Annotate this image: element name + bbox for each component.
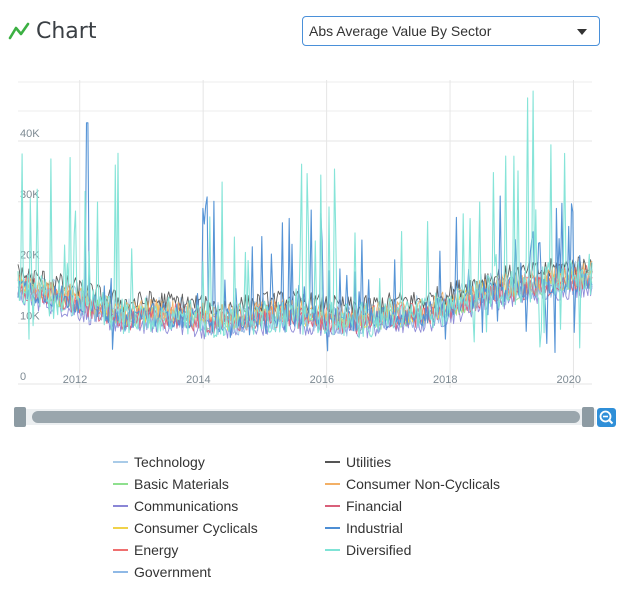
legend-item[interactable]: Basic Materials bbox=[113, 474, 229, 494]
legend-item[interactable]: Consumer Cyclicals bbox=[113, 518, 258, 538]
chart-scrollbar[interactable] bbox=[14, 405, 596, 429]
x-tick-label: 2016 bbox=[310, 374, 334, 386]
legend-item[interactable]: Energy bbox=[113, 540, 178, 560]
legend-swatch bbox=[113, 461, 128, 463]
legend-swatch bbox=[325, 483, 340, 485]
metric-select-value: Abs Average Value By Sector bbox=[309, 23, 492, 39]
legend-swatch bbox=[113, 483, 128, 485]
legend-swatch bbox=[325, 461, 340, 463]
dropdown-caret-icon bbox=[577, 29, 587, 35]
scrollbar-left-grip[interactable] bbox=[14, 407, 26, 427]
zoom-out-button[interactable] bbox=[597, 408, 616, 427]
y-tick-label: 10K bbox=[20, 310, 40, 322]
legend-label: Technology bbox=[134, 454, 205, 470]
legend-item[interactable]: Communications bbox=[113, 496, 238, 516]
page-title: Chart bbox=[36, 18, 97, 44]
legend-label: Consumer Non-Cyclicals bbox=[346, 476, 501, 492]
legend-item[interactable]: Diversified bbox=[325, 540, 411, 560]
line-chart[interactable]: 010K20K30K40K2012 2014 2016 2018 2020 bbox=[0, 60, 625, 400]
legend-item[interactable]: Consumer Non-Cyclicals bbox=[325, 474, 500, 494]
x-tick-label: 2014 bbox=[186, 374, 210, 386]
x-tick-label: 2012 bbox=[63, 374, 87, 386]
chart-header: Chart bbox=[8, 14, 96, 48]
x-tick-label: 2020 bbox=[556, 374, 580, 386]
legend-label: Utilities bbox=[346, 454, 392, 470]
legend-swatch bbox=[113, 571, 128, 573]
y-tick-label: 40K bbox=[20, 128, 40, 140]
legend-swatch bbox=[113, 527, 128, 529]
legend-label: Consumer Cyclicals bbox=[134, 520, 258, 536]
series-line-diversified bbox=[17, 90, 593, 349]
legend-item[interactable]: Technology bbox=[113, 452, 205, 472]
legend-label: Energy bbox=[134, 542, 179, 558]
metric-select[interactable]: Abs Average Value By Sector bbox=[302, 16, 600, 46]
legend-swatch bbox=[113, 549, 128, 551]
legend-label: Industrial bbox=[346, 520, 403, 536]
legend-label: Diversified bbox=[346, 542, 412, 558]
zoom-out-icon bbox=[599, 410, 614, 425]
legend-swatch bbox=[325, 505, 340, 507]
legend-item[interactable]: Government bbox=[113, 562, 211, 582]
scrollbar-thumb[interactable] bbox=[32, 411, 580, 423]
legend-label: Government bbox=[134, 564, 212, 580]
legend-item[interactable]: Industrial bbox=[325, 518, 403, 538]
scrollbar-right-grip[interactable] bbox=[582, 407, 594, 427]
legend-swatch bbox=[325, 527, 340, 529]
legend-item[interactable]: Utilities bbox=[325, 452, 391, 472]
legend-label: Communications bbox=[134, 498, 239, 514]
legend-item[interactable]: Financial bbox=[325, 496, 402, 516]
legend-label: Basic Materials bbox=[134, 476, 229, 492]
y-tick-label: 0 bbox=[20, 371, 26, 383]
legend-swatch bbox=[325, 549, 340, 551]
x-tick-label: 2018 bbox=[433, 374, 457, 386]
legend-swatch bbox=[113, 505, 128, 507]
line-chart-icon bbox=[8, 22, 30, 40]
legend-label: Financial bbox=[346, 498, 403, 514]
